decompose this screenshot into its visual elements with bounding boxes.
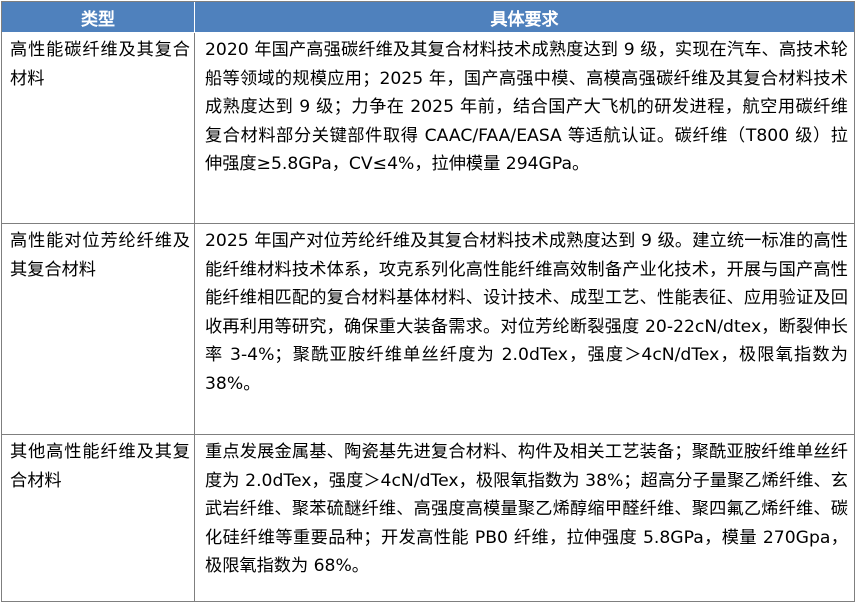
row-3-requirement: 重点发展金属基、陶瓷基先进复合材料、构件及相关工艺装备；聚酰亚胺纤维单丝纤度为 … xyxy=(195,434,854,601)
row-2-requirement: 2025 年国产对位芳纶纤维及其复合材料技术成熟度达到 9 级。建立统一标准的高… xyxy=(195,223,854,434)
requirements-table: 类型 具体要求 高性能碳纤维及其复合材料 2020 年国产高强碳纤维及其复合材料… xyxy=(1,1,855,602)
header-requirement: 具体要求 xyxy=(195,2,854,33)
row-2-type: 高性能对位芳纶纤维及其复合材料 xyxy=(2,223,195,434)
header-type: 类型 xyxy=(2,2,195,33)
row-1-type: 高性能碳纤维及其复合材料 xyxy=(2,33,195,223)
row-1-requirement: 2020 年国产高强碳纤维及其复合材料技术成熟度达到 9 级，实现在汽车、高技术… xyxy=(195,33,854,223)
row-3-type: 其他高性能纤维及其复合材料 xyxy=(2,434,195,601)
